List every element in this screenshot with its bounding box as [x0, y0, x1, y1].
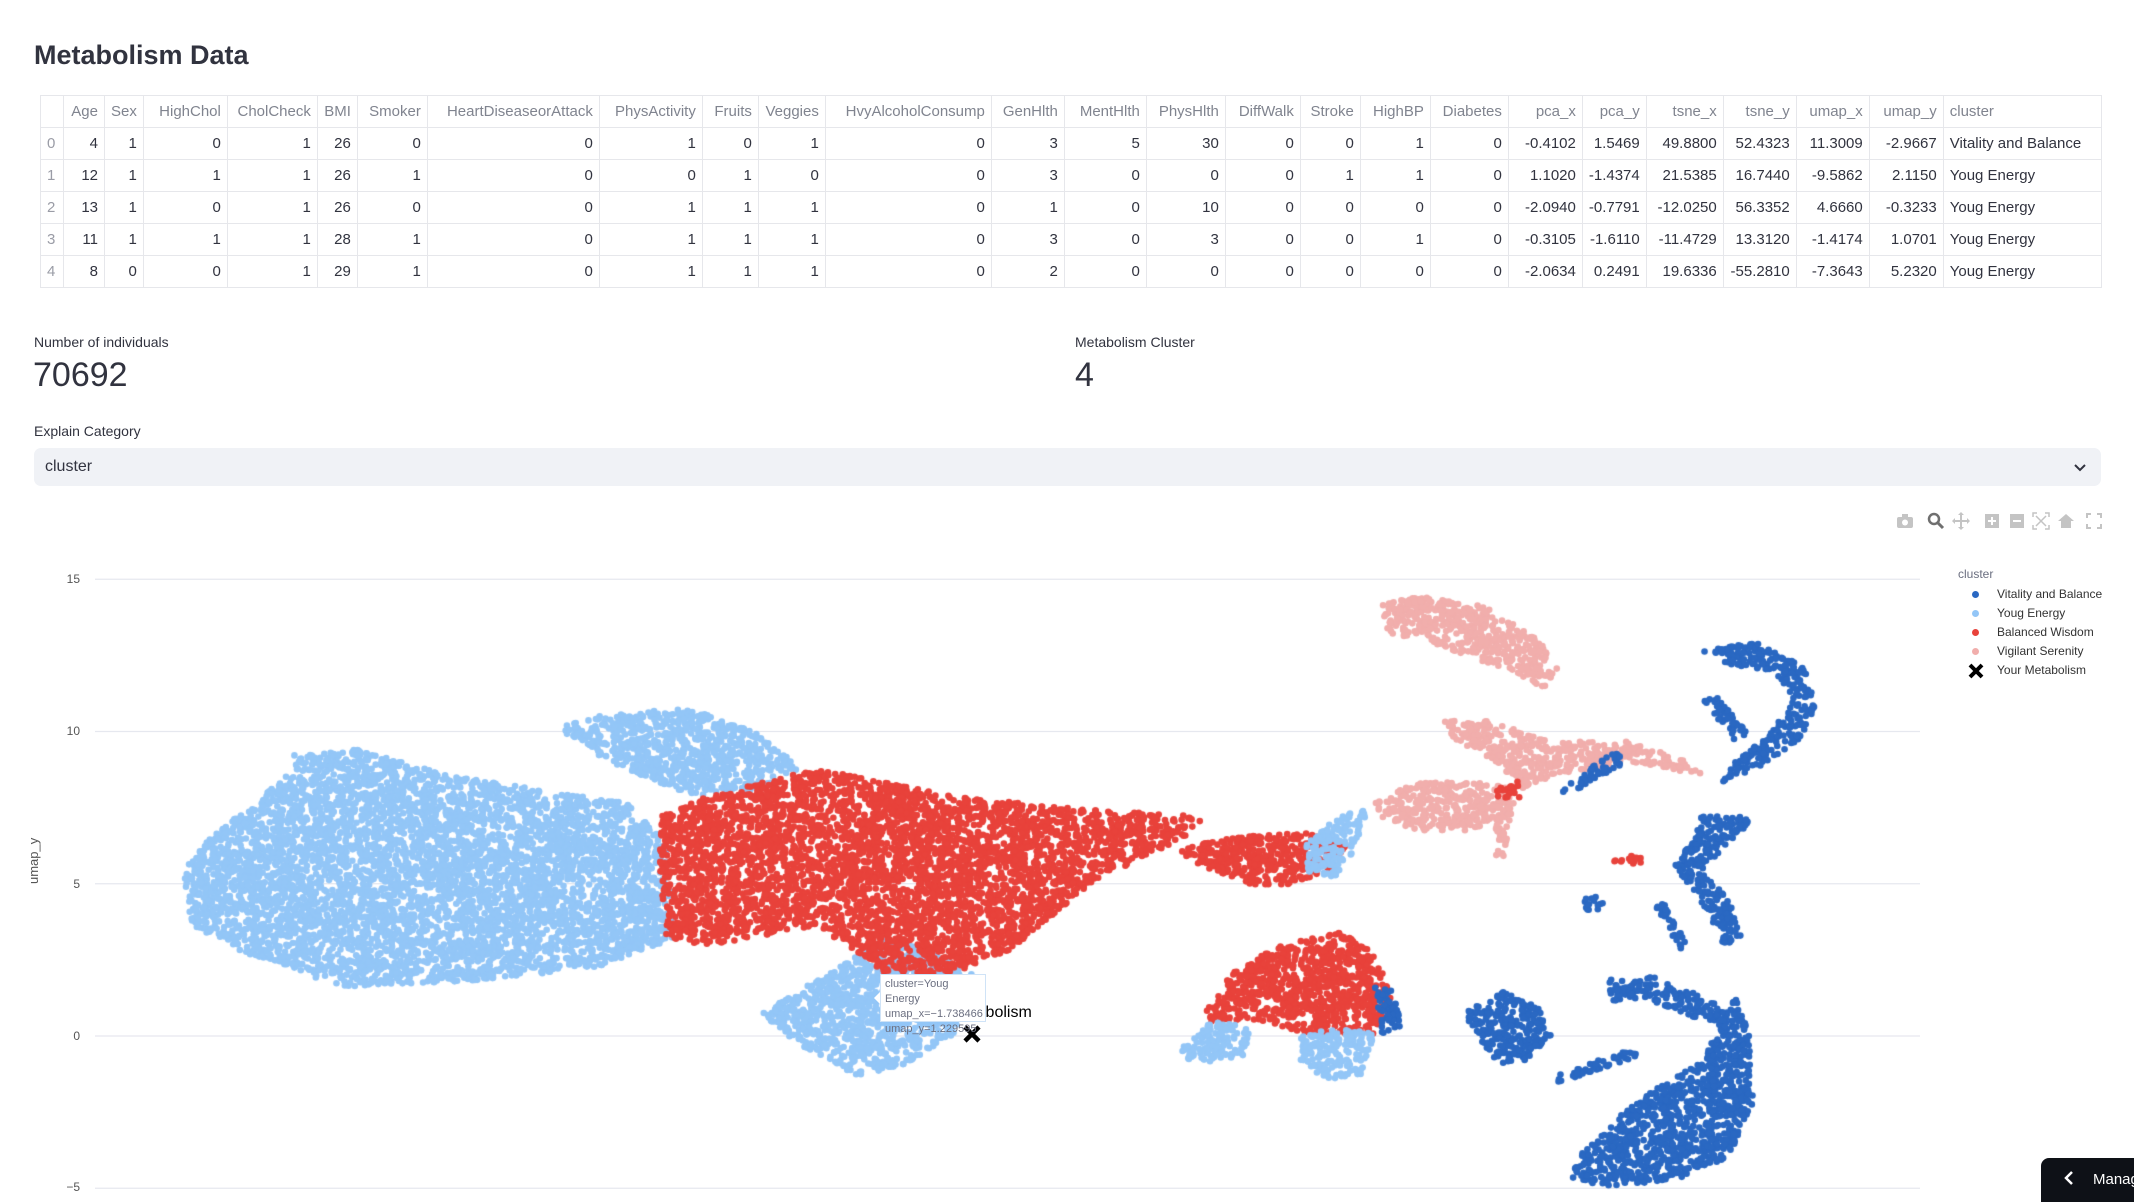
y-tick-label: −5 [66, 1180, 80, 1194]
legend-label: Balanced Wisdom [1997, 625, 2094, 639]
tooltip-cluster: cluster=Youg Energy [885, 978, 949, 1005]
legend-marker-icon [1972, 629, 1979, 636]
x-marker-icon [1968, 663, 1984, 679]
legend-marker-icon [1972, 591, 1979, 598]
y-axis-title: umap_y [26, 837, 41, 884]
legend-label: Vitality and Balance [1997, 587, 2103, 601]
legend-label: Vigilant Serenity [1997, 644, 2084, 658]
y-tick-label: 5 [73, 877, 80, 891]
legend-marker-icon [1972, 610, 1979, 617]
tooltip-umap-x: umap_x=−1.738466 [885, 1008, 983, 1020]
legend-label: Youg Energy [1997, 606, 2066, 620]
chevron-left-icon [2064, 1171, 2073, 1185]
y-tick-label: 0 [73, 1029, 80, 1043]
legend-title: cluster [1958, 567, 1994, 581]
manage-app-label: Manage app [2093, 1171, 2134, 1188]
hover-tooltip: cluster=Youg Energy umap_x=−1.738466 uma… [874, 974, 986, 1035]
tooltip-umap-y: umap_y=1.229595 [885, 1023, 977, 1035]
legend-marker-icon [1972, 648, 1979, 655]
manage-app-button[interactable]: Manage app [2041, 1158, 2134, 1202]
legend-label: Your Metabolism [1997, 663, 2086, 677]
y-tick-label: 15 [66, 572, 80, 586]
y-tick-label: 10 [66, 724, 80, 738]
umap-scatter-plot[interactable] [0, 540, 2134, 1200]
